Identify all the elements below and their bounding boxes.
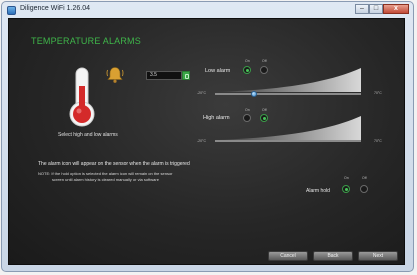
minimize-button[interactable]: – xyxy=(355,4,369,14)
hold-note-line-2: screen until alarm history is cleared ma… xyxy=(52,177,159,182)
cancel-button[interactable]: Cancel xyxy=(268,251,308,261)
alarm-hold-label: Alarm hold xyxy=(306,188,330,194)
alarm-hold-on-radio[interactable] xyxy=(342,185,350,193)
alarm-value-input[interactable]: 3.5 xyxy=(146,71,182,80)
high-alarm-ramp-graphic xyxy=(215,116,361,140)
app-icon xyxy=(7,6,16,15)
high-alarm-min-label: -20°C xyxy=(197,139,206,143)
high-alarm-max-label: 70°C xyxy=(374,139,382,143)
bell-icon xyxy=(106,67,124,83)
maximize-button[interactable]: □ xyxy=(369,4,383,14)
close-button[interactable]: x xyxy=(383,4,409,14)
low-alarm-on-caption: On xyxy=(245,59,250,63)
low-alarm-min-label: -20°C xyxy=(197,91,206,95)
high-alarm-slider-track[interactable] xyxy=(215,140,361,142)
page-title: TEMPERATURE ALARMS xyxy=(31,36,141,46)
select-alarms-instruction: Select high and low alarms xyxy=(58,132,118,138)
alarm-hold-off-radio[interactable] xyxy=(360,185,368,193)
alarm-icon-info-text: The alarm icon will appear on the sensor… xyxy=(38,161,190,167)
window-title: Diligence WiFi 1.26.04 xyxy=(20,5,91,12)
hold-note-text: NOTE: If the hold option is selected the… xyxy=(38,171,228,183)
low-alarm-off-caption: Off xyxy=(262,59,267,63)
high-alarm-on-caption: On xyxy=(245,108,250,112)
low-alarm-slider-track[interactable] xyxy=(215,93,361,95)
low-alarm-max-label: 70°C xyxy=(374,91,382,95)
next-button[interactable]: Next xyxy=(358,251,398,261)
high-alarm-off-caption: Off xyxy=(262,108,267,112)
low-alarm-ramp-graphic xyxy=(215,68,361,92)
alarm-hold-off-caption: Off xyxy=(362,176,367,180)
alarm-hold-on-caption: On xyxy=(344,176,349,180)
back-button[interactable]: Back xyxy=(313,251,353,261)
value-stepper-button[interactable] xyxy=(182,71,190,80)
thermometer-icon xyxy=(69,67,95,127)
